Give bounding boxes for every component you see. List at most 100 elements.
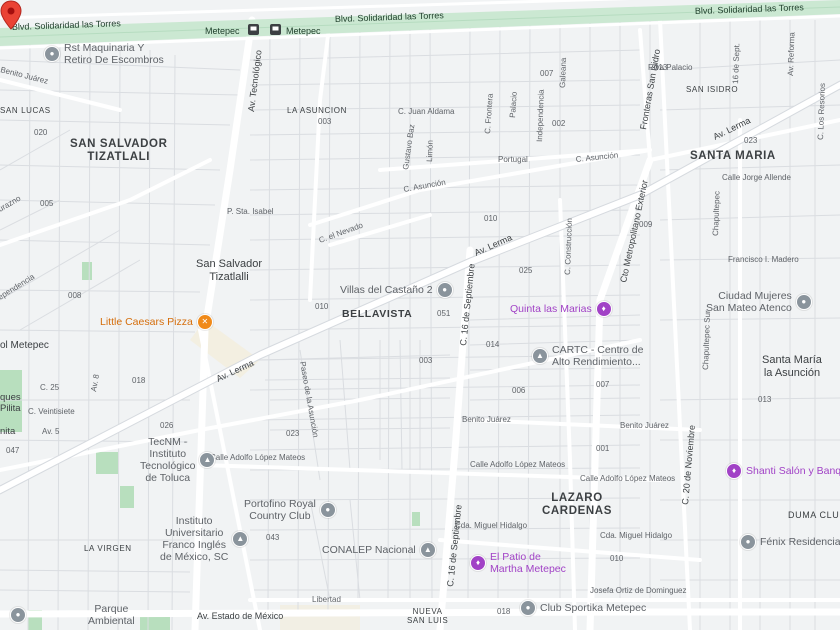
poi-label-line: Rst Maquinaria Y (64, 42, 145, 54)
poi-label-line: CARTC - Centro de (552, 344, 644, 356)
block-number: 005 (40, 199, 54, 208)
event-venue-icon: ♦ (726, 463, 742, 479)
poi-label: CONALEP Nacional (322, 544, 416, 556)
poi-label-line: Parque (94, 603, 129, 615)
label-street: Palacio (508, 91, 519, 118)
transit-icon[interactable] (270, 24, 281, 35)
label-street: C. Juan Aldama (398, 107, 455, 116)
school-icon: ▲ (419, 542, 436, 558)
block-number: 007 (596, 380, 610, 389)
place-line: Pilita (0, 403, 21, 414)
place-ol-metepec[interactable]: ol Metepec (0, 339, 49, 352)
neighborhood-santa-maria: SANTA MARIA (690, 150, 776, 162)
neighborhood-line: LAZARO (551, 492, 603, 504)
label-street: Gustavo Baz (401, 124, 416, 171)
label-street: Francisco I. Madero (728, 255, 799, 264)
poi-ciudad-mujeres[interactable]: Ciudad Mujeres San Mateo Atenco ● (706, 290, 812, 314)
block-number: 018 (497, 607, 511, 616)
poi-label-line: San Mateo Atenco (706, 302, 792, 314)
poi-label-line: Instituto (149, 448, 187, 460)
event-venue-icon: ♦ (470, 555, 486, 571)
poi-label: Parque Ambiental (88, 603, 135, 627)
label-street: Benito Juárez (620, 421, 669, 430)
school-icon: ▲ (532, 348, 548, 364)
place-pin-icon: ● (44, 46, 60, 62)
poi-little-caesars[interactable]: Little Caesars Pizza ✕ (100, 314, 213, 330)
label-street: C. Frontera (483, 93, 495, 135)
poi-quinta-marias[interactable]: Quinta las Marias ♦ (510, 301, 612, 317)
label-street: Calle Jorge Allende (722, 173, 791, 182)
poi-label: Club Sportika Metepec (540, 602, 647, 614)
block-number: 010 (484, 214, 498, 223)
poi-label: TecNM - Instituto Tecnológico de Toluca (140, 436, 195, 484)
neighborhood-line: SAN LUIS (407, 616, 449, 625)
park-area (82, 262, 92, 280)
poi-conalep[interactable]: CONALEP Nacional ▲ (322, 542, 436, 558)
block-number: 010 (610, 554, 624, 563)
label-street: Independencia (535, 89, 546, 142)
place-pilita[interactable]: ques Pilita (0, 392, 21, 414)
block-number: 013 (758, 395, 772, 404)
label-street: 16 de Sept. (731, 43, 741, 84)
neighborhood-san-isidro: SAN ISIDRO (686, 85, 739, 94)
label-street: C. Asunción (575, 151, 618, 164)
poi-instituto-franco-ingles[interactable]: Instituto Universitario Franco Inglés de… (160, 515, 249, 563)
neighborhood-san-salvador: SAN SALVADOR TIZATLALI (70, 138, 168, 164)
poi-villas-castano[interactable]: Villas del Castaño 2 ● (340, 282, 453, 298)
block-number: 018 (132, 376, 146, 385)
label-street: C. 25 (40, 383, 60, 392)
label-street: Portugal (498, 155, 528, 164)
place-santa-maria-la-asuncion[interactable]: Santa María la Asunción (762, 354, 822, 380)
poi-shanti-salon[interactable]: ♦ Shanti Salón y Banq (726, 463, 840, 479)
poi-cartc[interactable]: ▲ CARTC - Centro de Alto Rendimiento... (532, 344, 643, 368)
poi-label: Quinta las Marias (510, 303, 592, 315)
neighborhood-nueva-san-luis: NUEVA SAN LUIS (407, 607, 448, 625)
highlight-area (280, 605, 360, 630)
poi-parque-ambiental[interactable]: ● Parque Ambiental (10, 603, 135, 627)
place-line: ques (0, 392, 21, 403)
label-metepec-station: Metepec (286, 26, 321, 36)
block-number: 023 (286, 429, 300, 438)
poi-label-line: Country Club (249, 510, 311, 522)
label-street: Libertad (312, 595, 341, 604)
poi-label-line: de México, SC (160, 551, 229, 563)
poi-rst-maquinaria[interactable]: ● Rst Maquinaria Y Retiro De Escombros (44, 42, 164, 66)
label-street: Benito Juárez (462, 415, 511, 424)
location-marker-icon[interactable] (0, 0, 22, 30)
poi-patio-martha[interactable]: ♦ El Patio de Martha Metepec (470, 551, 566, 575)
poi-portofino[interactable]: Portofino Royal Country Club ● (244, 498, 336, 522)
poi-label: Shanti Salón y Banq (746, 465, 840, 477)
poi-label-line: Franco Inglés (162, 539, 226, 551)
label-street: Galeana (558, 57, 568, 88)
neighborhood-duma-club: DUMA CLUB (788, 510, 840, 520)
block-number: 007 (540, 69, 554, 78)
poi-label: Fénix Residencial (760, 536, 840, 548)
block-number: 003 (318, 117, 332, 126)
label-street: C. Construcción (563, 218, 574, 275)
block-number: 020 (34, 128, 48, 137)
poi-label-line: Martha Metepec (490, 563, 566, 575)
block-number: 025 (519, 266, 533, 275)
place-line: Tizatlalli (209, 271, 249, 283)
block-number: 006 (512, 386, 526, 395)
place-san-salvador-tizatlalli[interactable]: San Salvador Tizatlalli (196, 258, 262, 284)
place-nita[interactable]: nita (0, 425, 15, 438)
poi-label-line: El Patio de (490, 551, 541, 563)
place-pin-icon: ● (10, 607, 26, 623)
label-street: P. Sta. Isabel (227, 207, 274, 216)
poi-label: Instituto Universitario Franco Inglés de… (160, 515, 228, 563)
label-street: Cda. Miguel Hidalgo (455, 521, 528, 530)
place-line: la Asunción (763, 367, 821, 379)
transit-icon[interactable] (248, 24, 259, 35)
poi-tecnm[interactable]: TecNM - Instituto Tecnológico de Toluca … (140, 436, 216, 484)
school-icon: ▲ (199, 452, 216, 468)
label-street: C. Asunción (403, 178, 447, 194)
label-street: Limón (425, 140, 435, 162)
neighborhood-line: SAN SALVADOR (70, 138, 168, 150)
poi-club-sportika[interactable]: ● Club Sportika Metepec (520, 600, 646, 616)
poi-fenix-residencial[interactable]: ● Fénix Residencial (740, 534, 840, 550)
map-canvas[interactable]: Blvd. Solidaridad las Torres Blvd. Solid… (0, 0, 840, 630)
neighborhood-lazaro-cardenas: LAZARO CARDENAS (542, 492, 612, 518)
label-c-16-septiembre: C. 16 de Septiembre (458, 263, 477, 346)
place-pin-icon: ● (520, 600, 536, 616)
